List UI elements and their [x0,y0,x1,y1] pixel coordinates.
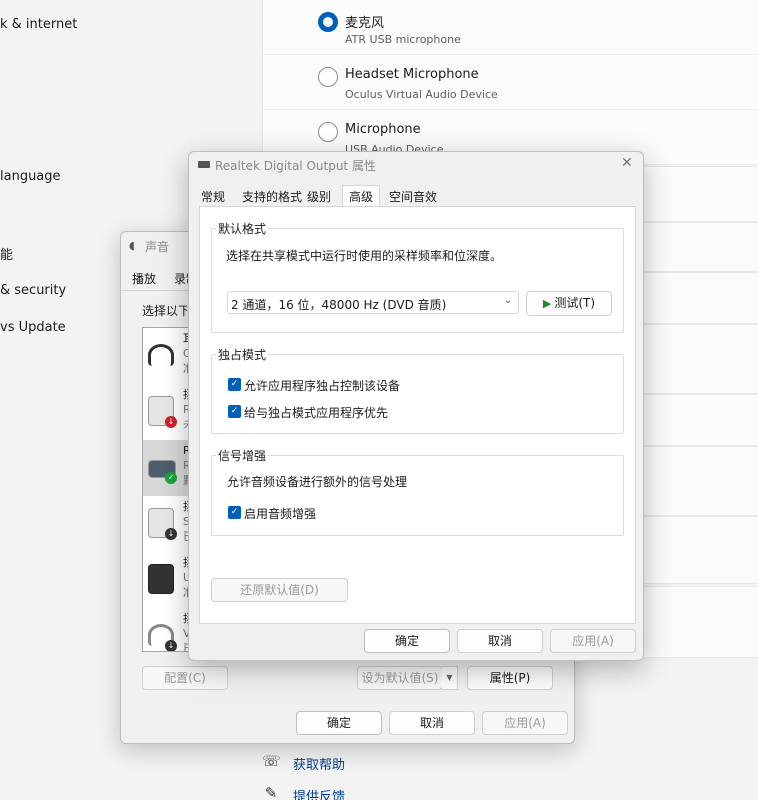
tab-supported-formats[interactable]: 支持的格式 [242,188,302,205]
nav-item-network[interactable]: k & internet [0,17,77,32]
radio-selected[interactable] [318,12,338,32]
settings-card[interactable] [640,394,758,446]
apply-button[interactable]: 应用(A) [482,711,568,735]
input-device-row[interactable]: Headset Microphone Oculus Virtual Audio … [263,55,758,110]
checkbox-checked[interactable]: ✓ [228,405,241,418]
feedback-icon: ✎ [264,784,278,800]
help-chat-icon: ☏ [262,752,281,770]
checkbox-label: 允许应用程序独占控制该设备 [244,379,401,393]
settings-card[interactable] [640,446,758,516]
cancel-button[interactable]: 取消 [389,711,475,735]
default-check-icon: ✓ [165,472,177,484]
headset-icon [148,344,174,366]
configure-button[interactable]: 配置(C) [142,666,228,690]
device-title: Headset Microphone [345,67,479,82]
play-icon: ▶ [542,297,552,310]
settings-card[interactable] [640,166,758,222]
properties-dialog: Realtek Digital Output 属性 ✕ 常规 支持的格式 级别 … [188,151,644,661]
device-subtitle: Oculus Virtual Audio Device [345,88,498,101]
device-subtitle: ATR USB microphone [345,33,461,46]
format-description: 选择在共享模式中运行时使用的采样频率和位深度。 [226,249,503,263]
test-button[interactable]: ▶ 测试(T) [526,291,612,316]
chevron-down-icon[interactable]: ▼ [442,666,458,690]
settings-card[interactable] [640,222,758,272]
down-arrow-badge-icon: ↓ [165,528,177,540]
enhancement-description: 允许音频设备进行额外的信号处理 [227,475,408,489]
speaker-icon: ◖ [129,239,135,252]
checkbox-label: 启用音频增强 [244,507,317,521]
format-select-value: 2 通道，16 位，48000 Hz (DVD 音质) [231,298,447,312]
list-item[interactable]: ↓ 扬 R 未 [143,384,191,440]
tab-general[interactable]: 常规 [201,188,225,205]
radio-unselected[interactable] [318,122,338,142]
ok-button[interactable]: 确定 [296,711,382,735]
nav-item-accessibility[interactable]: 能 [0,244,13,263]
list-item[interactable]: ↓ 扬 V 已 [143,608,191,651]
apply-button[interactable]: 应用(A) [550,629,636,653]
give-feedback-link[interactable]: 提供反馈 [293,786,345,800]
group-heading: 信号增强 [216,447,269,464]
settings-card[interactable] [640,324,758,394]
list-item[interactable]: ✓ R R 默 [143,440,191,496]
device-title: 麦克风 [345,16,385,31]
list-item[interactable]: 耳 C 准 [143,328,191,384]
tab-advanced[interactable]: 高级 [342,185,381,207]
properties-button[interactable]: 属性(P) [467,666,553,690]
settings-card[interactable] [640,272,758,324]
restore-defaults-button[interactable]: 还原默认值(D) [211,578,348,602]
set-default-button[interactable]: 设为默认值(S) [357,666,443,690]
playback-device-list[interactable]: 耳 C 准 ↓ 扬 R 未 ✓ R R 默 ↓ 扬 S 已 扬 U [142,327,192,652]
nav-item-windows-update[interactable]: vs Update [0,320,66,335]
dialog-title: 声音 [145,240,170,254]
disconnected-badge-icon: ↓ [165,416,177,428]
group-heading: 独占模式 [216,346,269,363]
tab-spatial-sound[interactable]: 空间音效 [389,188,437,205]
list-item[interactable]: 扬 U 准 [143,552,191,608]
dialog-title: Realtek Digital Output 属性 [215,159,376,173]
checkbox-label: 给与独占模式应用程序优先 [244,406,389,420]
settings-card[interactable] [640,516,758,584]
audio-device-icon [198,161,210,168]
input-device-row[interactable]: 麦克风 ATR USB microphone [263,0,758,55]
down-arrow-badge-icon: ↓ [165,640,177,651]
nav-item-privacy-security[interactable]: & security [0,283,66,298]
device-list-prompt: 选择以下播放设备来修改设置: [142,304,187,318]
device-title: Microphone [345,122,421,137]
tab-levels[interactable]: 级别 [307,188,331,205]
get-help-link[interactable]: 获取帮助 [293,754,345,773]
signal-enhancement-group: 信号增强 允许音频设备进行额外的信号处理 ✓ 启用音频增强 [211,447,624,536]
exclusive-mode-group: 独占模式 ✓ 允许应用程序独占控制该设备 ✓ 给与独占模式应用程序优先 [211,346,624,434]
speaker-icon [148,564,174,594]
radio-unselected[interactable] [318,67,338,87]
tab-playback[interactable]: 播放 [132,270,156,287]
test-button-label: 测试(T) [554,296,596,310]
nav-item-time-language[interactable]: language [0,169,61,184]
checkbox-checked[interactable]: ✓ [228,378,241,391]
checkbox-checked[interactable]: ✓ [228,506,241,519]
cancel-button[interactable]: 取消 [457,629,543,653]
input-device-list: 麦克风 ATR USB microphone Headset Microphon… [262,0,758,165]
default-format-group: 默认格式 选择在共享模式中运行时使用的采样频率和位深度。 2 通道，16 位，4… [211,220,624,333]
advanced-panel: 默认格式 选择在共享模式中运行时使用的采样频率和位深度。 2 通道，16 位，4… [199,206,636,624]
settings-card[interactable] [640,586,758,658]
ok-button[interactable]: 确定 [364,629,450,653]
list-item[interactable]: ↓ 扬 S 已 [143,496,191,552]
group-heading: 默认格式 [216,220,269,237]
format-select[interactable]: 2 通道，16 位，48000 Hz (DVD 音质) ⌄ [227,291,519,314]
chevron-down-icon: ⌄ [503,295,512,306]
close-icon[interactable]: ✕ [621,155,633,171]
